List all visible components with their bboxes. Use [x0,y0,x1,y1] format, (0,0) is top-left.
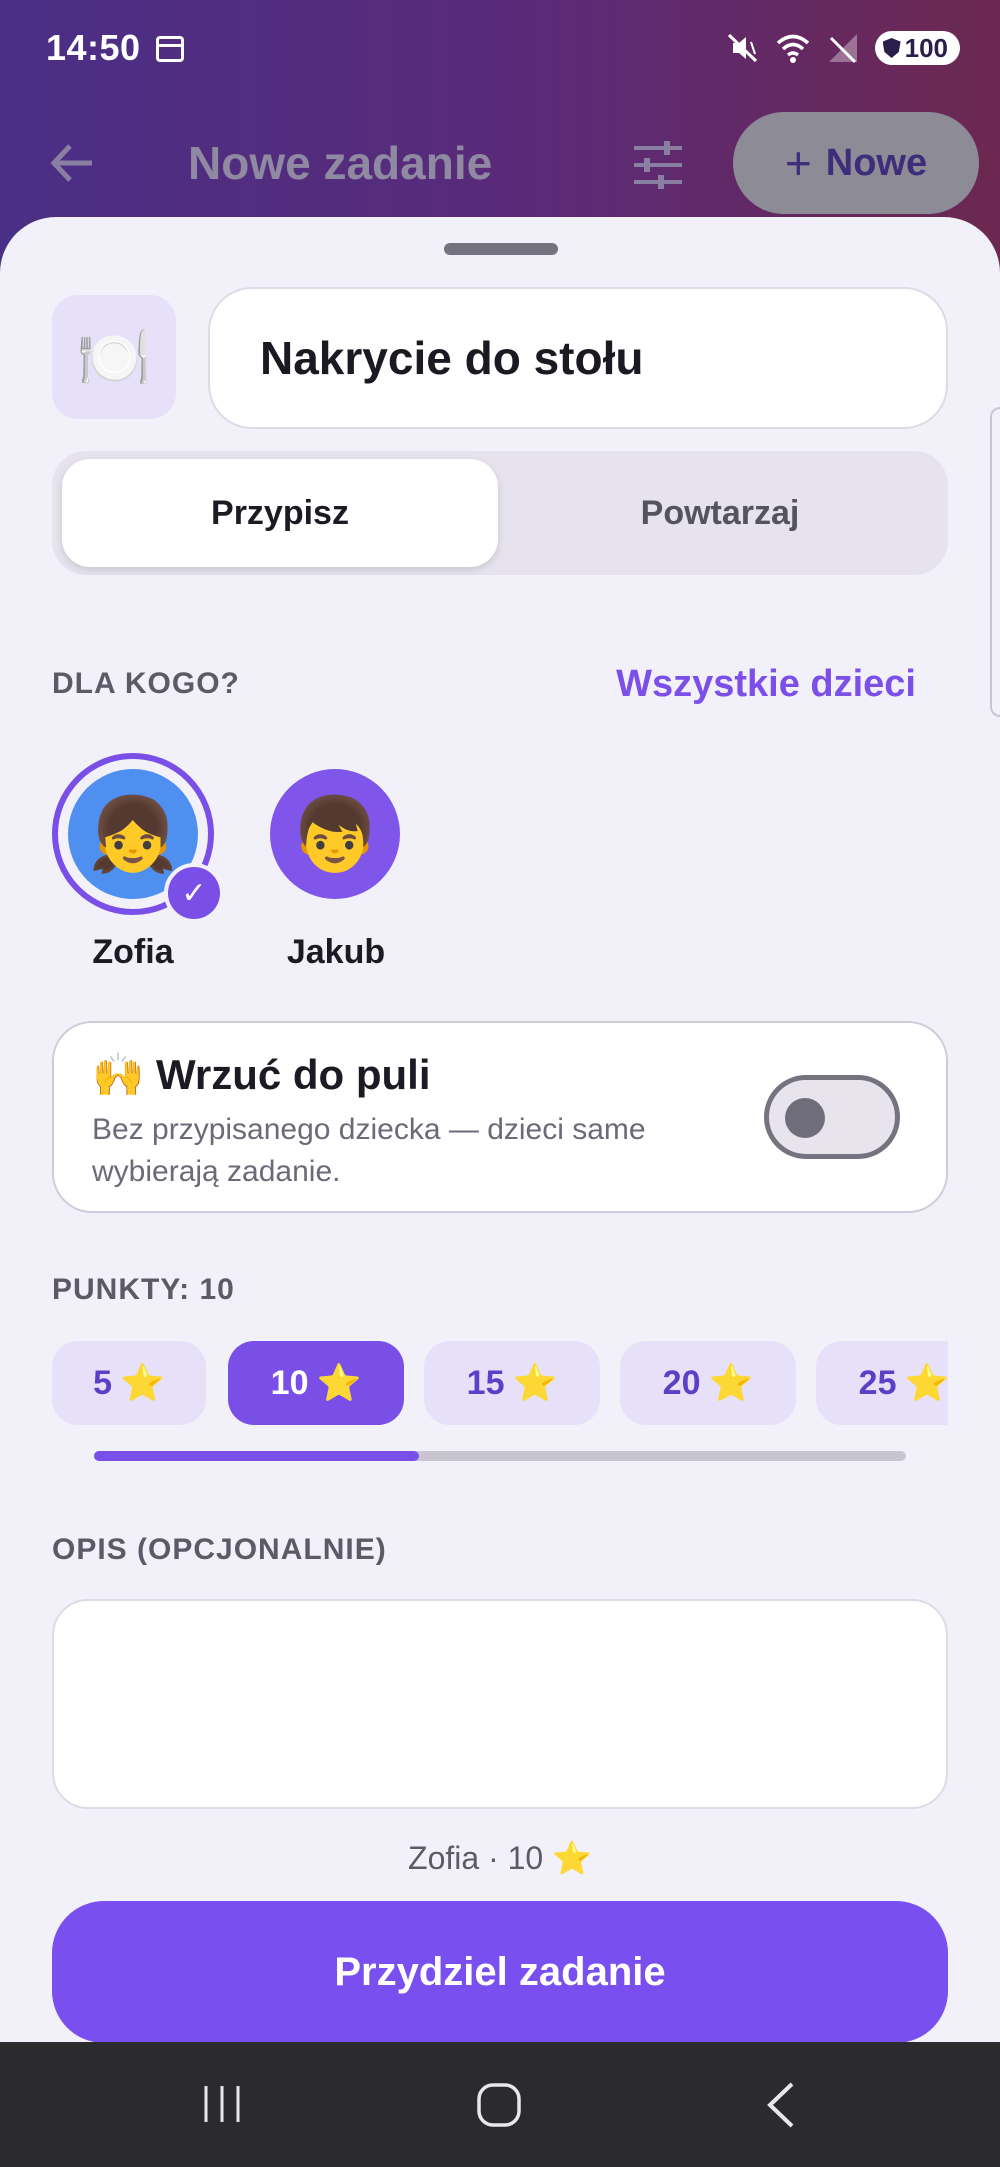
summary-text: Zofia · 10 [408,1840,544,1876]
points-scrollbar[interactable] [94,1451,906,1461]
points-chip-10[interactable]: 10 ⭐ [228,1341,404,1425]
task-title-value: Nakrycie do stołu [260,332,644,384]
points-chip-5[interactable]: 5 ⭐ [52,1341,206,1425]
all-kids-link[interactable]: Wszystkie dzieci [616,663,916,706]
task-title-input[interactable]: Nakrycie do stołu [208,287,948,429]
chip-value: 25 [858,1363,897,1402]
points-label: PUNKTY: 10 [52,1273,235,1306]
edge-panel-handle[interactable] [990,407,1000,717]
mute-vibrate-icon [727,33,757,63]
new-task-button[interactable]: + Nowe [733,112,979,214]
points-chip-20[interactable]: 20 ⭐ [620,1341,796,1425]
tune-icon[interactable] [632,140,684,190]
page-title: Nowe zadanie [188,137,493,189]
points-chip-15[interactable]: 15 ⭐ [424,1341,600,1425]
app-header: Nowe zadanie + Nowe [0,100,1000,230]
battery-shield-icon [882,38,901,58]
child-zofia[interactable]: 👧 ✓ [52,753,224,923]
back-arrow-icon[interactable] [46,136,100,190]
mode-tabs: Przypisz Powtarzaj [52,451,948,575]
pool-toggle[interactable] [764,1075,900,1159]
pool-card[interactable]: 🙌 Wrzuć do puli Bez przypisanego dziecka… [52,1021,948,1213]
sheet-drag-handle[interactable] [444,243,558,255]
calendar-icon [156,36,184,62]
boy-emoji-icon: 👦 [290,794,380,875]
tab-assign[interactable]: Przypisz [62,459,498,567]
status-icons: 100 [725,28,960,68]
points-chip-25[interactable]: 25 ⭐ [816,1341,948,1425]
points-scrollbar-thumb[interactable] [94,1451,419,1461]
home-icon[interactable] [476,2082,522,2128]
child-name-zofia: Zofia [92,933,174,971]
battery-level: 100 [904,32,948,63]
no-signal-icon [828,34,857,64]
star-icon: ⭐ [552,1840,592,1876]
star-icon: ⭐ [708,1362,754,1403]
new-task-button-label: Nowe [825,141,928,184]
raised-hands-icon: 🙌 [92,1051,145,1098]
points-chip-row[interactable]: 5 ⭐ 10 ⭐ 15 ⭐ 20 ⭐ 25 ⭐ [52,1341,948,1431]
tab-repeat[interactable]: Powtarzaj [502,459,938,567]
battery-indicator: 100 [874,31,960,65]
avatar: 👦 [270,769,400,899]
status-time: 14:50 [46,27,141,68]
recents-icon[interactable] [200,2082,244,2126]
new-task-sheet: 🍽️ Nakrycie do stołu Przypisz Powtarzaj … [0,217,1000,2043]
assign-task-button[interactable]: Przydziel zadanie [52,1901,948,2043]
child-name-jakub: Jakub [286,933,386,971]
check-icon: ✓ [164,863,224,923]
system-nav-bar [0,2042,1000,2167]
task-icon-picker[interactable]: 🍽️ [52,295,176,419]
chip-value: 10 [270,1363,309,1402]
description-input[interactable] [52,1599,948,1809]
chip-value: 15 [466,1363,505,1402]
star-icon: ⭐ [316,1362,362,1403]
pool-description: Bez przypisanego dziecka — dzieci same w… [92,1113,646,1188]
toggle-knob [785,1098,825,1138]
star-icon: ⭐ [904,1362,949,1403]
star-icon: ⭐ [120,1362,165,1403]
status-bar: 14:50 100 [0,0,1000,100]
plus-icon: + [784,137,812,189]
pool-title-text: Wrzuć do puli [155,1051,431,1098]
description-label: OPIS (OPCJONALNIE) [52,1533,387,1566]
chip-value: 20 [662,1363,701,1402]
for-whom-label: DLA KOGO? [52,667,240,700]
child-jakub[interactable]: 👦 [270,769,400,899]
chip-value: 5 [93,1363,113,1402]
wifi-icon [776,34,809,63]
assignment-summary: Zofia · 10 ⭐ [0,1839,1000,1877]
plate-icon: 🍽️ [76,323,152,391]
star-icon: ⭐ [512,1362,558,1403]
girl-emoji-icon: 👧 [88,794,178,875]
back-icon[interactable] [762,2080,802,2130]
pool-title: 🙌 Wrzuć do puli [92,1051,431,1100]
